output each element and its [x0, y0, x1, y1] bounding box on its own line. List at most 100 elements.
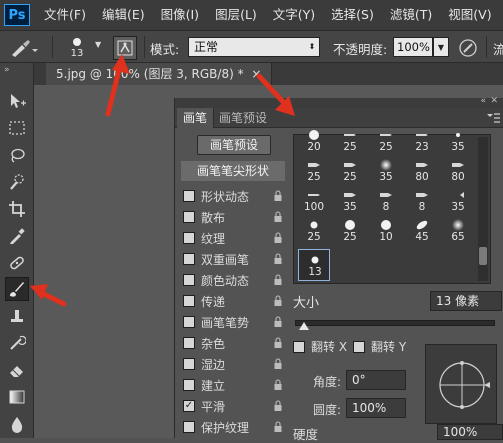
angle-roundness-widget[interactable] — [425, 344, 497, 424]
brush-tip-cell[interactable]: 20 — [298, 129, 330, 153]
lock-icon[interactable] — [273, 253, 283, 265]
opacity-input[interactable]: 100% — [393, 37, 433, 57]
brush-picker[interactable]: 13 — [62, 35, 94, 61]
brush-tip-cell[interactable]: 13 — [298, 249, 330, 281]
brush-tip-cell[interactable]: 45 — [406, 219, 438, 243]
lock-icon[interactable] — [273, 337, 283, 349]
brush-option-checkbox[interactable] — [183, 274, 195, 286]
lock-icon[interactable] — [273, 400, 283, 412]
brush-option-checkbox[interactable] — [183, 337, 195, 349]
brush-tip-cell[interactable]: 65 — [442, 219, 474, 243]
crop-tool-icon[interactable] — [5, 197, 29, 221]
lock-icon[interactable] — [273, 316, 283, 328]
brush-tip-cell[interactable]: 25 — [334, 159, 366, 183]
eyedropper-tool-icon[interactable] — [5, 224, 29, 248]
menu-select[interactable]: 选择(S) — [323, 0, 382, 30]
brush-option-checkbox[interactable] — [183, 232, 195, 244]
brush-tip-cell[interactable]: 10 — [370, 219, 402, 243]
brush-option-item[interactable]: 传递 — [183, 291, 283, 311]
brush-option-item[interactable]: 建立 — [183, 375, 283, 395]
pressure-opacity-icon[interactable] — [457, 37, 479, 59]
menu-type[interactable]: 文字(Y) — [265, 0, 323, 30]
brush-tip-cell[interactable]: 25 — [334, 129, 366, 153]
brush-tip-cell[interactable]: 100 — [298, 189, 330, 213]
menu-image[interactable]: 图像(I) — [153, 0, 207, 30]
menu-edit[interactable]: 编辑(E) — [94, 0, 153, 30]
brush-tip-cell[interactable]: 8 — [370, 189, 402, 213]
brush-tip-cell[interactable]: 35 — [370, 159, 402, 183]
brush-tip-cell[interactable]: 25 — [370, 129, 402, 153]
toolbar-collapse-icon[interactable]: » — [4, 65, 10, 75]
brush-tip-cell[interactable]: 8 — [406, 189, 438, 213]
grid-scrollbar-thumb[interactable] — [479, 247, 487, 265]
brush-option-item[interactable]: 杂色 — [183, 333, 283, 353]
brush-tip-cell[interactable]: 25 — [298, 219, 330, 243]
menu-filter[interactable]: 滤镜(T) — [382, 0, 440, 30]
flip-y-checkbox[interactable]: 翻转 Y — [353, 338, 406, 355]
lock-icon[interactable] — [273, 358, 283, 370]
brush-presets-button[interactable]: 画笔预设 — [197, 135, 271, 155]
marquee-tool-icon[interactable] — [5, 116, 29, 140]
brush-option-checkbox[interactable] — [183, 211, 195, 223]
menu-view[interactable]: 视图(V) — [440, 0, 499, 30]
size-input[interactable]: 13 像素 — [430, 291, 502, 311]
healing-brush-tool-icon[interactable] — [5, 251, 29, 275]
angle-input[interactable]: 0° — [346, 370, 406, 390]
panel-menu-icon[interactable] — [486, 112, 500, 124]
brush-option-item[interactable]: 形状动态 — [183, 186, 283, 206]
brush-tip-shape-item[interactable]: 画笔笔尖形状 — [181, 161, 285, 181]
brush-option-item[interactable]: 画笔笔势 — [183, 312, 283, 332]
flip-x-checkbox[interactable]: 翻转 X — [293, 338, 347, 355]
menu-layer[interactable]: 图层(L) — [207, 0, 265, 30]
lock-icon[interactable] — [273, 232, 283, 244]
brush-option-item[interactable]: 湿边 — [183, 354, 283, 374]
opacity-slider-button[interactable]: ▼ — [433, 37, 449, 57]
brush-tip-cell[interactable]: 23 — [406, 129, 438, 153]
history-brush-tool-icon[interactable] — [5, 331, 29, 355]
lock-icon[interactable] — [273, 379, 283, 391]
lock-icon[interactable] — [273, 421, 283, 433]
brush-option-checkbox[interactable]: ✓ — [183, 400, 195, 412]
document-tab[interactable]: 5.jpg @ 100% (图层 3, RGB/8) * × — [46, 63, 273, 85]
eraser-tool-icon[interactable] — [5, 358, 29, 382]
brush-option-item[interactable]: 颜色动态 — [183, 270, 283, 290]
blur-tool-icon[interactable] — [5, 412, 29, 436]
quick-selection-tool-icon[interactable] — [5, 170, 29, 194]
brush-tip-cell[interactable]: 25 — [334, 219, 366, 243]
brush-tip-cell[interactable]: 35 — [334, 189, 366, 213]
brush-tip-cell[interactable]: 35 — [442, 189, 474, 213]
size-slider[interactable] — [295, 320, 495, 326]
brush-option-checkbox[interactable] — [183, 190, 195, 202]
menu-file[interactable]: 文件(F) — [36, 0, 94, 30]
lock-icon[interactable] — [273, 274, 283, 286]
grid-scrollbar[interactable] — [478, 137, 488, 281]
panel-close-icon[interactable]: ✕ — [490, 96, 498, 106]
brush-option-checkbox[interactable] — [183, 316, 195, 328]
brush-option-checkbox[interactable] — [183, 253, 195, 265]
size-slider-thumb[interactable] — [299, 322, 309, 330]
mode-select[interactable]: 正常 ⬍ — [188, 37, 320, 57]
lock-icon[interactable] — [273, 190, 283, 202]
tab-brush[interactable]: 画笔 — [177, 108, 215, 128]
panel-collapse-icon[interactable]: « — [480, 96, 486, 106]
brush-option-checkbox[interactable] — [183, 379, 195, 391]
brush-option-item[interactable]: 保护纹理 — [183, 417, 283, 437]
brush-option-checkbox[interactable] — [183, 295, 195, 307]
brush-option-item[interactable]: 双重画笔 — [183, 249, 283, 269]
brush-option-item[interactable]: 散布 — [183, 207, 283, 227]
brush-option-checkbox[interactable] — [183, 358, 195, 370]
lock-icon[interactable] — [273, 211, 283, 223]
brush-tip-cell[interactable]: 80 — [406, 159, 438, 183]
lasso-tool-icon[interactable] — [5, 143, 29, 167]
brush-option-item[interactable]: 纹理 — [183, 228, 283, 248]
roundness-input[interactable]: 100% — [346, 398, 406, 418]
gradient-tool-icon[interactable] — [5, 385, 29, 409]
brush-tip-cell[interactable]: 25 — [298, 159, 330, 183]
brush-tip-cell[interactable]: 80 — [442, 159, 474, 183]
lock-icon[interactable] — [273, 295, 283, 307]
brush-option-checkbox[interactable] — [183, 421, 195, 433]
move-tool-icon[interactable] — [5, 89, 29, 113]
brush-tool-preset-icon[interactable] — [8, 37, 38, 59]
brush-tip-cell[interactable]: 35 — [442, 129, 474, 153]
brush-option-item[interactable]: ✓ 平滑 — [183, 396, 283, 416]
